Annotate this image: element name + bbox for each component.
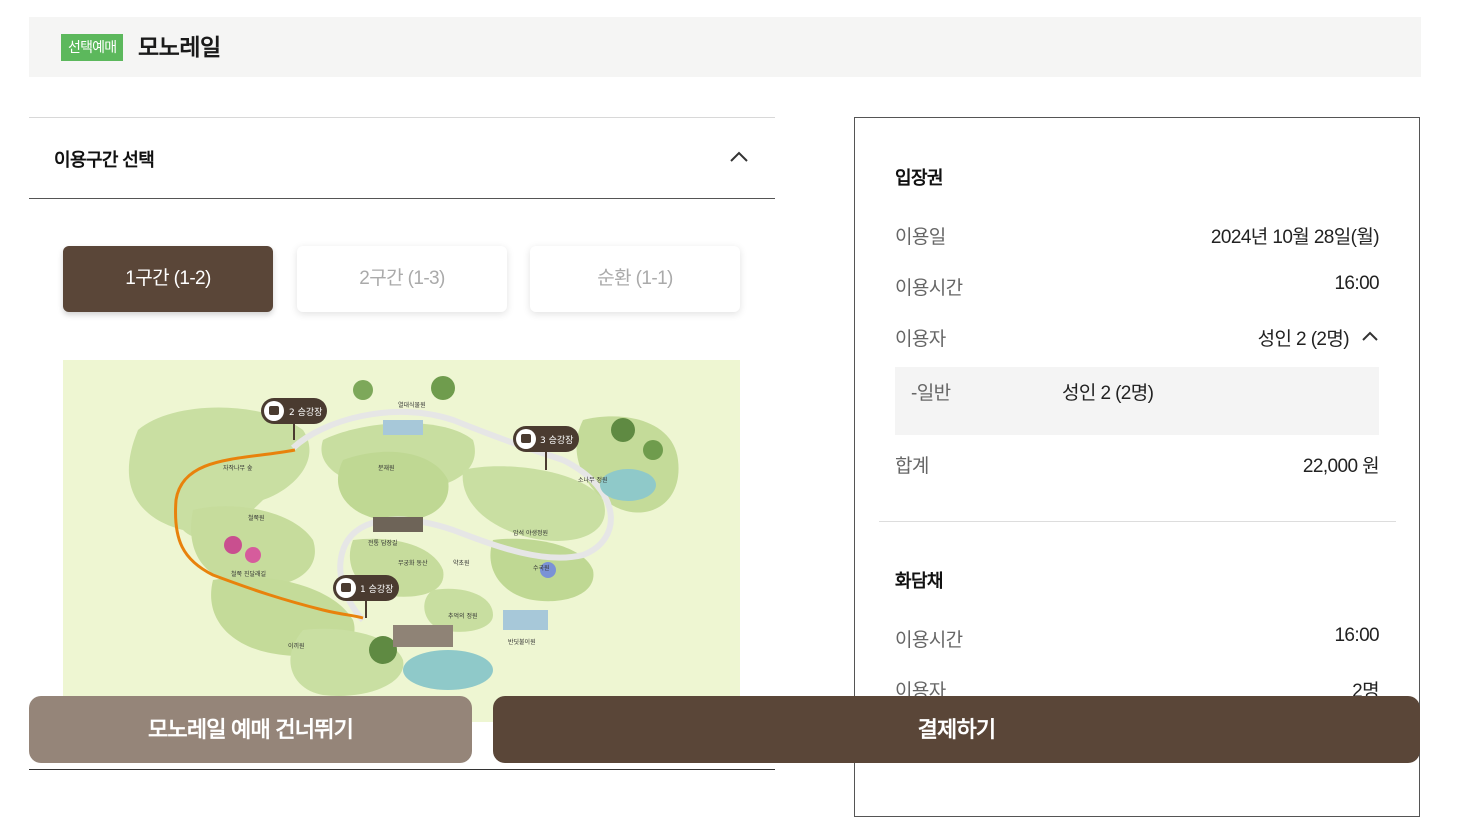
section-bottom-divider — [29, 769, 775, 770]
area-label: 소나무 정원 — [578, 476, 608, 484]
page-title: 모노레일 — [138, 34, 221, 60]
chevron-up-icon[interactable] — [729, 147, 749, 167]
segment-button-1[interactable]: 1구간 (1-2) — [63, 246, 273, 312]
ticket-section-title: 입장권 — [895, 168, 943, 188]
area-label: 철쭉원 — [248, 514, 265, 522]
skip-monorail-button[interactable]: 모노레일 예매 건너뛰기 — [29, 696, 472, 763]
area-label: 이끼원 — [288, 642, 305, 650]
area-label: 분재원 — [378, 464, 395, 472]
section-title: 이용구간 선택 — [54, 150, 155, 170]
area-label: 반딧불이원 — [508, 638, 536, 646]
area-label: 자작나무 숲 — [223, 464, 253, 472]
area-label: 무궁화 동산 — [398, 559, 428, 567]
route-map-illustration: 2 승강장 3 승강장 1 승강장 열대식물원 자작나무 숲 분재원 소나무 정… — [128, 376, 679, 696]
total-value: 22,000 원 — [1302, 456, 1380, 477]
station-label-3: 3 승강장 — [540, 435, 573, 446]
time-label: 이용시간 — [895, 278, 963, 299]
time-value: 16:00 — [1334, 273, 1379, 294]
total-label: 합계 — [895, 456, 929, 477]
page-header: 선택예매 모노레일 — [29, 17, 1421, 77]
user-detail-box: -일반 성인 2 (2명) — [895, 367, 1379, 435]
segment-button-circular[interactable]: 순환 (1-1) — [530, 246, 740, 312]
area-label: 추억의 정원 — [448, 612, 478, 620]
summary-divider — [879, 521, 1396, 522]
date-value: 2024년 10월 28일(월) — [1210, 227, 1380, 248]
area-label: 수국원 — [533, 564, 550, 572]
route-map: 2 승강장 3 승강장 1 승강장 열대식물원 자작나무 숲 분재원 소나무 정… — [63, 360, 740, 722]
station-label-2: 2 승강장 — [289, 407, 322, 418]
detail-category-label: -일반 — [911, 383, 951, 404]
monorail-time-label: 이용시간 — [895, 630, 963, 651]
detail-category-value: 성인 2 (2명) — [1062, 383, 1154, 404]
area-label: 전통 담장길 — [368, 539, 398, 547]
station-label-1: 1 승강장 — [360, 584, 393, 595]
section-toggle[interactable]: 이용구간 선택 — [29, 117, 775, 199]
chevron-up-icon[interactable] — [1361, 327, 1379, 345]
monorail-time-value: 16:00 — [1334, 625, 1379, 646]
area-label: 열대식물원 — [398, 401, 426, 409]
monorail-section-title: 화담채 — [895, 571, 943, 591]
pay-button[interactable]: 결제하기 — [493, 696, 1420, 763]
user-label: 이용자 — [895, 329, 946, 350]
area-label: 약초원 — [453, 559, 470, 567]
area-label: 철쭉 진달래길 — [231, 570, 266, 578]
date-label: 이용일 — [895, 227, 946, 248]
user-value: 성인 2 (2명) — [1257, 329, 1350, 350]
segment-button-2[interactable]: 2구간 (1-3) — [297, 246, 507, 312]
area-label: 암석 야생정원 — [513, 529, 548, 537]
selection-badge: 선택예매 — [61, 34, 124, 61]
